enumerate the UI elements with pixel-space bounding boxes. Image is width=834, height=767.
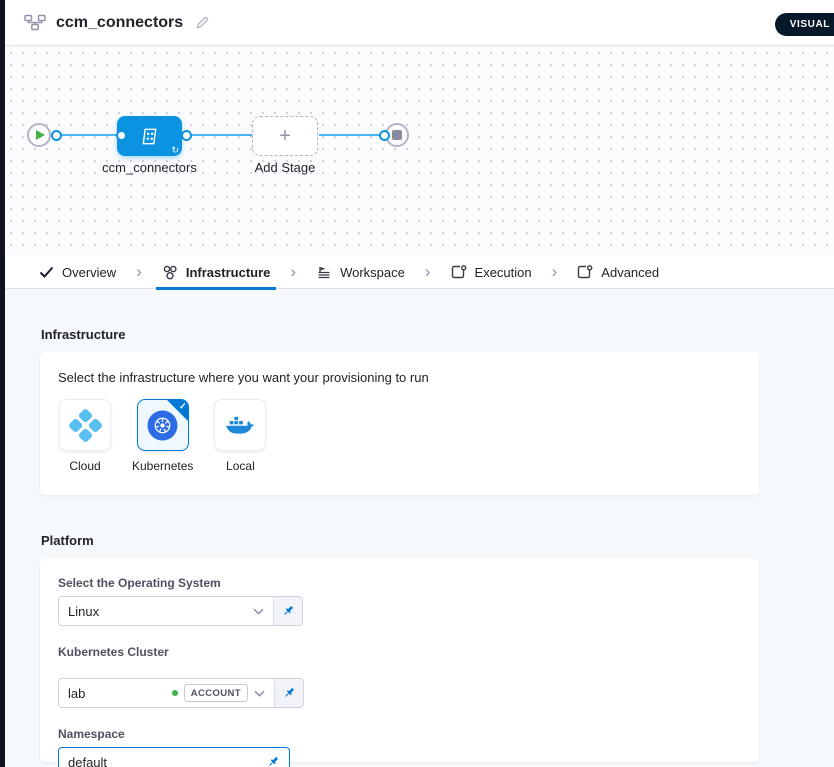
tab-overview[interactable]: Overview [33, 256, 122, 289]
plus-icon: + [279, 125, 291, 148]
cluster-field-label: Kubernetes Cluster [58, 645, 741, 659]
namespace-input[interactable]: default [58, 747, 290, 767]
local-option-label: Local [226, 459, 255, 473]
advanced-icon [577, 265, 593, 280]
cluster-select[interactable]: lab ACCOUNT [59, 679, 274, 707]
tab-infrastructure[interactable]: Infrastructure [156, 256, 277, 289]
connector-port [379, 130, 390, 141]
namespace-field-label: Namespace [58, 727, 741, 741]
pin-icon [266, 755, 280, 767]
visual-mode-badge[interactable]: VISUAL [775, 13, 834, 36]
chevron-down-icon [254, 690, 265, 697]
workspace-icon [316, 265, 332, 280]
cluster-select-group: lab ACCOUNT [58, 678, 304, 708]
add-stage-button[interactable]: + [252, 116, 318, 156]
chevron-right-icon: › [290, 263, 296, 280]
cluster-fixed-value-pin-button[interactable] [274, 679, 303, 707]
scope-badge: ACCOUNT [184, 684, 248, 702]
infrastructure-options: Cloud [58, 399, 741, 473]
platform-heading: Platform [41, 533, 94, 548]
pipeline-graph-icon [24, 14, 46, 31]
pipeline-header: ccm_connectors VISUAL [5, 0, 834, 46]
stage-condition-icon: ↻ [171, 146, 179, 155]
option-local: Local [214, 399, 266, 473]
collapsed-nav-strip [0, 0, 5, 767]
local-option-card[interactable] [214, 399, 266, 451]
option-cloud: Cloud [59, 399, 111, 473]
pipeline-canvas[interactable]: ↻ ccm_connectors + Add Stage [5, 47, 834, 256]
check-icon: ✓ [179, 401, 187, 412]
pin-icon [282, 686, 296, 700]
docker-icon [225, 414, 255, 437]
platform-card: Select the Operating System Linux Kubern… [40, 558, 759, 762]
infrastructure-heading: Infrastructure [41, 327, 126, 342]
add-stage-label: Add Stage [250, 160, 320, 175]
selected-check-corner: ✓ [167, 400, 188, 421]
chevron-right-icon: › [425, 263, 431, 280]
namespace-input-value: default [68, 755, 263, 767]
check-icon [39, 266, 54, 278]
os-select-value: Linux [68, 604, 247, 619]
kubernetes-option-label: Kubernetes [132, 459, 193, 473]
app-window: ccm_connectors VISUAL [0, 0, 834, 767]
tab-advanced[interactable]: Advanced [571, 256, 665, 289]
tab-execution[interactable]: Execution [445, 256, 538, 289]
execution-icon [451, 265, 467, 280]
cloud-option-card[interactable] [59, 399, 111, 451]
os-select-group: Linux [58, 596, 303, 626]
infrastructure-card: Select the infrastructure where you want… [40, 352, 759, 495]
cloud-icon [67, 407, 102, 442]
option-kubernetes: ✓ Kubernetes [132, 399, 193, 473]
connector-port [181, 130, 192, 141]
stage-name-label: ccm_connectors [82, 160, 217, 175]
pipeline-start-node[interactable] [27, 123, 51, 147]
pin-icon [281, 604, 295, 618]
provision-stage-icon [138, 125, 161, 148]
cloud-option-label: Cloud [69, 459, 100, 473]
infrastructure-icon [162, 265, 178, 280]
chevron-right-icon: › [136, 263, 142, 280]
cluster-select-value: lab [68, 686, 166, 701]
pipeline-title: ccm_connectors [56, 14, 183, 32]
edge-addstage-to-end [319, 134, 381, 136]
tab-workspace[interactable]: Workspace [310, 256, 411, 289]
stage-config-tabbar: Overview › Infrastructure › Workspace › … [5, 256, 834, 289]
connector-port [51, 130, 62, 141]
os-fixed-value-pin-button[interactable] [273, 597, 302, 625]
play-icon [36, 130, 45, 140]
os-field-label: Select the Operating System [58, 576, 741, 590]
edit-pencil-icon[interactable] [195, 15, 210, 30]
namespace-fixed-value-pin-button[interactable] [263, 752, 283, 767]
infrastructure-description: Select the infrastructure where you want… [58, 370, 741, 385]
stop-icon [392, 130, 402, 140]
kubernetes-option-card[interactable]: ✓ [137, 399, 189, 451]
chevron-down-icon [253, 608, 264, 615]
os-select[interactable]: Linux [59, 597, 273, 625]
connector-port [116, 130, 127, 141]
chevron-right-icon: › [552, 263, 558, 280]
connector-status-dot [172, 690, 178, 696]
edge-stage-to-addstage [182, 134, 253, 136]
